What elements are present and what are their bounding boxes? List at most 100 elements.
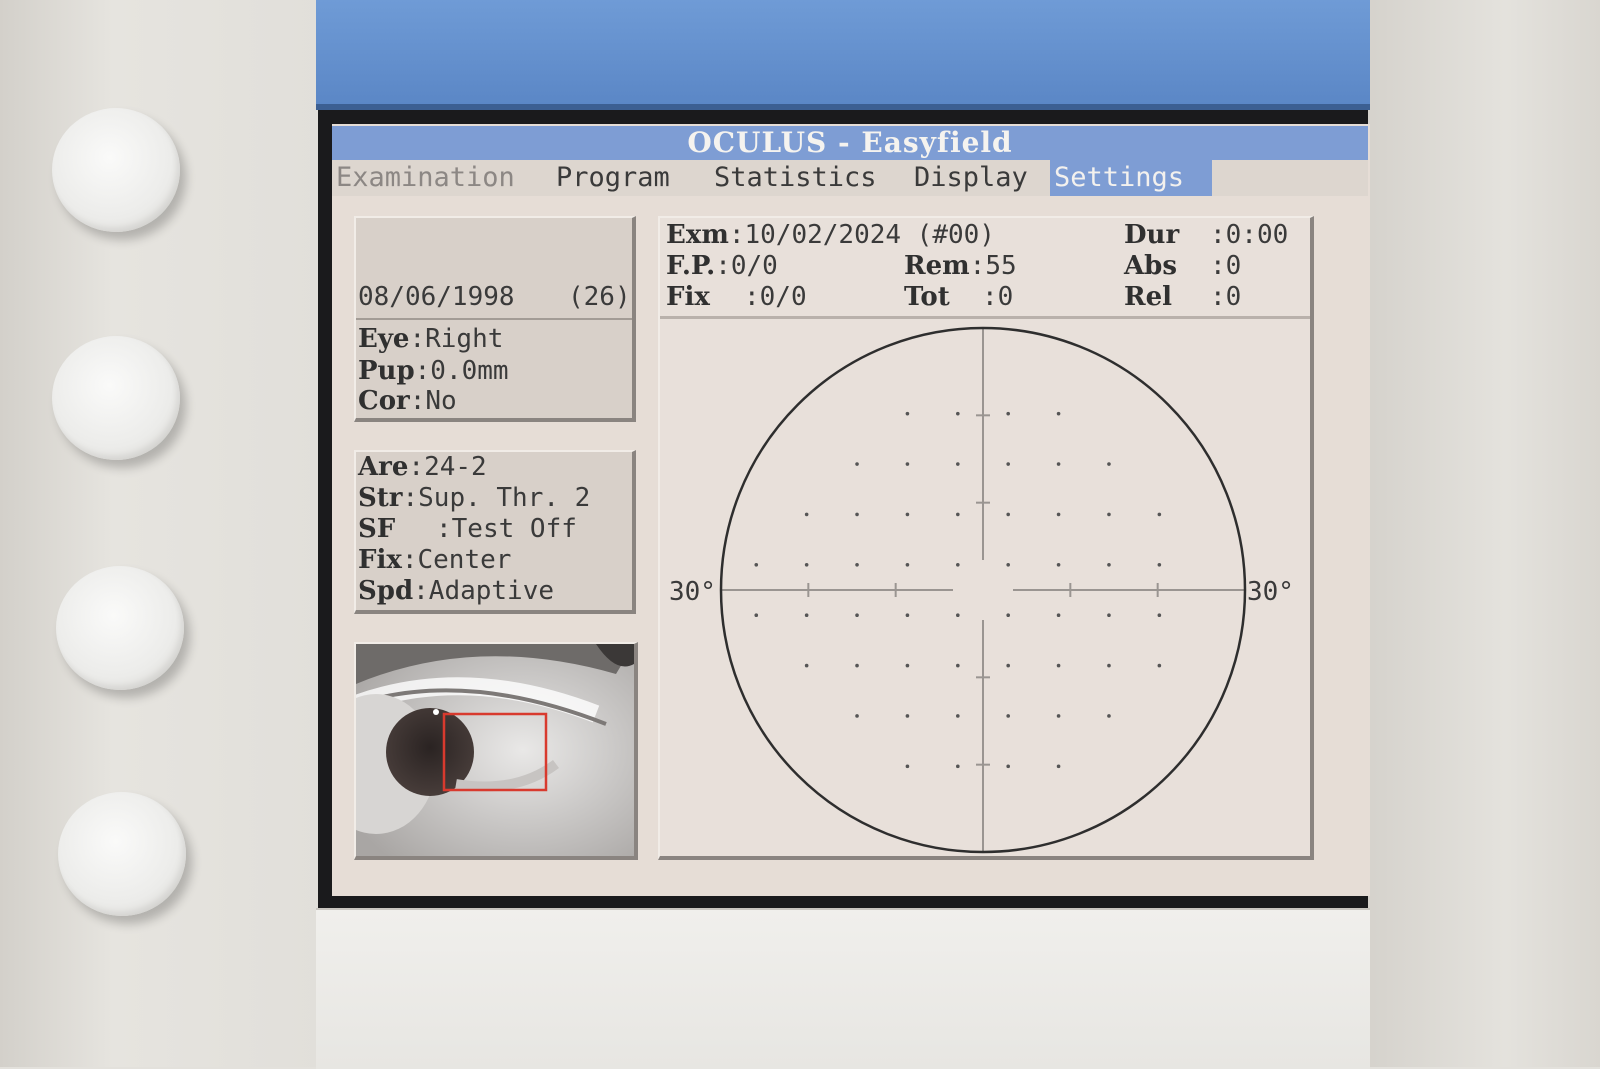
- test-point: [1107, 563, 1111, 567]
- hardware-button-3[interactable]: [56, 566, 184, 690]
- panel-divider: [356, 318, 632, 320]
- pupil-row: Pup:0.0mm: [358, 356, 509, 386]
- test-point: [1056, 512, 1061, 517]
- menu-item-settings[interactable]: Settings: [1050, 160, 1212, 196]
- patient-age: (26): [568, 282, 631, 312]
- sf-label: SF: [358, 514, 396, 544]
- area-row: Are:24-2: [358, 452, 487, 482]
- test-point: [804, 563, 809, 567]
- test-point: [905, 563, 910, 567]
- test-point: [855, 512, 859, 517]
- menu-item-examination[interactable]: Examination: [332, 160, 519, 196]
- test-point: [1056, 663, 1061, 668]
- test-point: [855, 462, 859, 466]
- device-bezel-top: [316, 0, 1370, 110]
- speed-row: Spd:Adaptive: [358, 576, 554, 606]
- correction-value: :No: [409, 386, 457, 416]
- device-bezel-right: [1364, 0, 1600, 1067]
- hardware-button-2[interactable]: [52, 336, 180, 460]
- lcd-screen: OCULUS - Easyfield Examination Program S…: [332, 124, 1370, 896]
- hardware-button-1[interactable]: [52, 108, 180, 232]
- test-point: [1157, 663, 1162, 668]
- correction-label: Cor: [358, 386, 410, 416]
- correction-row: Cor:No: [358, 386, 457, 416]
- test-point: [1006, 512, 1010, 517]
- test-point: [956, 411, 960, 416]
- test-point: [1056, 714, 1061, 718]
- strategy-row: Str:Sup. Thr. 2: [358, 483, 590, 513]
- test-point: [1006, 563, 1010, 567]
- test-point: [804, 512, 809, 517]
- sf-row: SF :Test Off: [358, 514, 577, 544]
- test-point: [1107, 714, 1111, 718]
- test-point: [1107, 512, 1111, 517]
- test-point: [956, 613, 960, 617]
- right-30-degree-label: 30°: [1247, 577, 1294, 607]
- menu-item-statistics[interactable]: Statistics: [710, 160, 881, 196]
- test-point: [1056, 613, 1061, 617]
- test-point: [905, 512, 910, 517]
- test-point: [804, 663, 809, 668]
- speed-label: Spd: [358, 576, 414, 606]
- test-point: [1107, 663, 1111, 668]
- test-point: [1006, 613, 1010, 617]
- birth-date: 08/06/1998: [358, 282, 515, 312]
- eye-value: :Right: [409, 324, 504, 354]
- test-point: [754, 613, 759, 617]
- test-point: [1056, 764, 1061, 769]
- test-point: [1006, 462, 1010, 466]
- fixation-label: Fix: [358, 545, 402, 575]
- program-parameters-panel: Are:24-2 Str:Sup. Thr. 2 SF :Test Off Fix…: [354, 450, 636, 614]
- field-grid: [721, 328, 1245, 852]
- pupil-label: Pup: [358, 356, 415, 386]
- test-point: [905, 462, 910, 466]
- test-point: [1157, 613, 1162, 617]
- test-point: [1006, 411, 1010, 416]
- app-title: OCULUS - Easyfield: [332, 126, 1368, 160]
- pupil-value: :0.0mm: [414, 356, 509, 386]
- fixation-row: Fix:Center: [358, 545, 511, 575]
- test-point: [905, 411, 910, 416]
- hardware-button-4[interactable]: [58, 792, 186, 916]
- test-point: [855, 613, 859, 617]
- test-point: [754, 563, 759, 567]
- strategy-label: Str: [358, 483, 403, 513]
- test-point: [1157, 512, 1162, 517]
- device-bezel-bottom: [316, 908, 1370, 1069]
- menu-item-display[interactable]: Display: [910, 160, 1032, 196]
- test-point: [855, 663, 859, 668]
- test-point: [905, 714, 910, 718]
- test-point: [956, 512, 960, 517]
- menu-bar: Examination Program Statistics Display S…: [332, 160, 1368, 196]
- test-point: [956, 764, 960, 769]
- test-point: [855, 563, 859, 567]
- speed-value: :Adaptive: [413, 576, 555, 606]
- test-point: [1006, 663, 1010, 668]
- test-point: [905, 663, 910, 668]
- test-point: [956, 663, 960, 668]
- sf-value: :Test Off: [436, 514, 577, 544]
- test-point: [956, 563, 960, 567]
- test-point: [1056, 563, 1061, 567]
- test-point: [855, 714, 859, 718]
- test-point: [956, 462, 960, 466]
- test-point: [1056, 411, 1061, 416]
- examination-panel: Exm:10/02/2024 (#00) F.P.:0/0 Fix:0/0 Re…: [658, 216, 1314, 860]
- area-label: Are: [358, 452, 409, 482]
- test-point: [905, 764, 910, 769]
- test-point: [1006, 714, 1010, 718]
- eye-row: Eye:Right: [358, 324, 503, 354]
- test-point: [804, 613, 809, 617]
- eye-camera-image: [356, 644, 634, 856]
- test-point: [1107, 462, 1111, 466]
- menu-item-program[interactable]: Program: [552, 160, 674, 196]
- eye-label: Eye: [358, 324, 410, 354]
- test-point: [1006, 764, 1010, 769]
- test-point: [956, 714, 960, 718]
- test-point: [1107, 613, 1111, 617]
- test-point: [1157, 563, 1162, 567]
- patient-panel: 08/06/1998 (26) Eye:Right Pup:0.0mm Cor:…: [354, 216, 636, 422]
- strategy-value: :Sup. Thr. 2: [402, 483, 591, 513]
- area-value: :24-2: [408, 452, 487, 482]
- test-point: [905, 613, 910, 617]
